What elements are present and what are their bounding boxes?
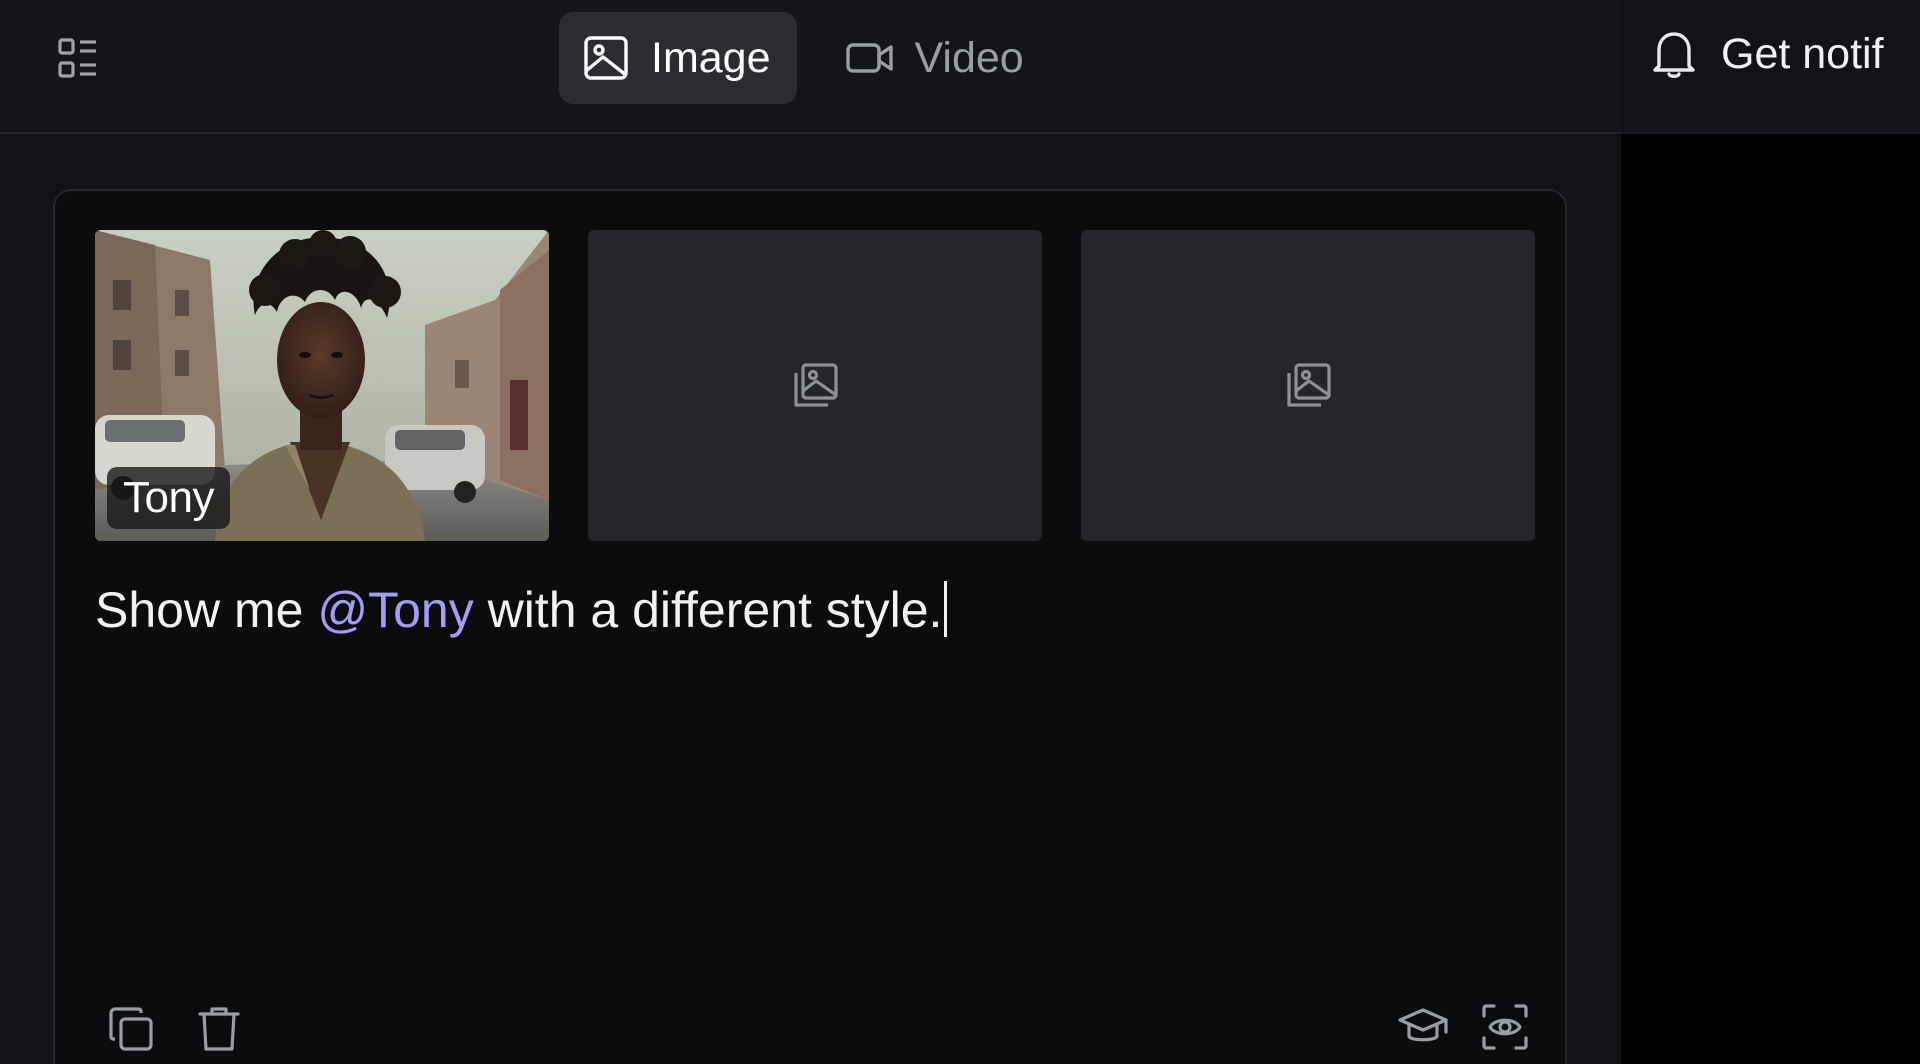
reference-images: Tony [95, 230, 1535, 541]
video-camera-icon [845, 33, 895, 83]
reference-image-tony[interactable]: Tony [95, 230, 549, 541]
copy-button[interactable] [105, 1003, 157, 1055]
add-image-icon [1287, 362, 1331, 407]
trash-icon [198, 1007, 240, 1051]
tab-video[interactable]: Video [823, 12, 1050, 104]
mode-tabs: Image Video [559, 12, 1050, 104]
side-panel [1621, 0, 1920, 1064]
preview-button[interactable] [1479, 1001, 1531, 1053]
add-image-icon [794, 362, 838, 407]
prompt-mention[interactable]: @Tony [317, 582, 473, 638]
reference-label: Tony [107, 467, 230, 529]
text-caret [944, 581, 948, 637]
card-tools-right [1397, 1001, 1531, 1053]
prompt-input[interactable]: Show me @Tony with a different style. [95, 581, 1515, 639]
get-notifications-label: Get notif [1721, 29, 1884, 78]
image-icon [581, 33, 631, 83]
eye-scan-icon [1482, 1004, 1528, 1050]
workspace: Tony Show me @Tony with a different styl… [0, 134, 1621, 1064]
reference-slot-empty[interactable] [588, 230, 1042, 541]
tab-video-label: Video [914, 33, 1024, 82]
list-grid-icon [58, 38, 96, 78]
delete-button[interactable] [193, 1003, 245, 1055]
graduation-cap-icon [1398, 1008, 1448, 1042]
prompt-text-before: Show me [95, 582, 318, 638]
side-panel-header: Get notif [1621, 0, 1920, 134]
tab-image-label: Image [651, 33, 771, 82]
get-notifications-button[interactable]: Get notif [1651, 28, 1884, 80]
prompt-text-after: with a different style. [473, 582, 943, 638]
bell-icon [1653, 32, 1695, 78]
top-bar: Image Video [0, 0, 1621, 134]
card-tools-left [105, 1003, 245, 1055]
app-root: Image Video Get notif Tony Show me @Tony… [0, 0, 1920, 1064]
learn-button[interactable] [1397, 1001, 1449, 1053]
menu-button[interactable] [50, 30, 106, 86]
copy-icon [109, 1007, 153, 1051]
prompt-card: Tony Show me @Tony with a different styl… [53, 189, 1567, 1064]
reference-slot-empty[interactable] [1081, 230, 1535, 541]
tab-image[interactable]: Image [559, 12, 797, 104]
